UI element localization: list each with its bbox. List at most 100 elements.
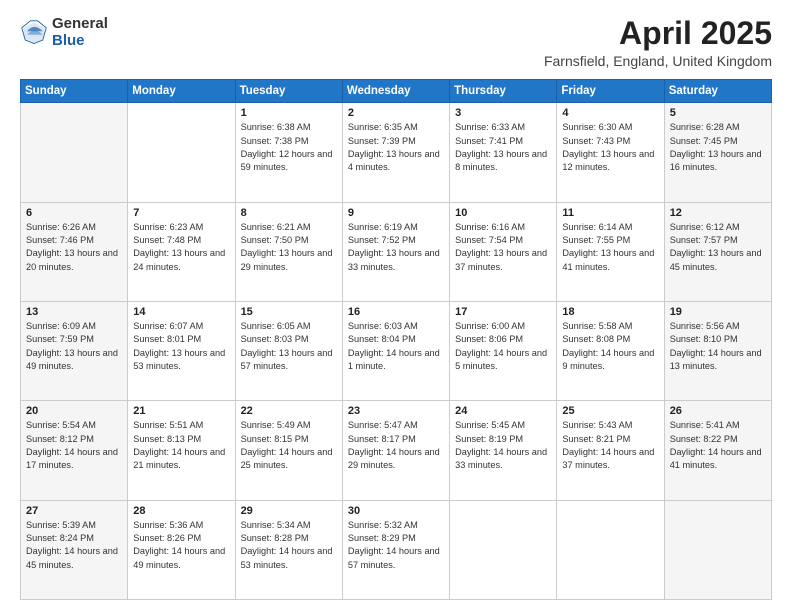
logo-general: General (52, 16, 108, 33)
day-cell (450, 500, 557, 599)
day-info: Sunrise: 5:58 AMSunset: 8:08 PMDaylight:… (562, 321, 654, 371)
day-cell: 25 Sunrise: 5:43 AMSunset: 8:21 PMDayligh… (557, 401, 664, 500)
col-wednesday: Wednesday (342, 80, 449, 103)
day-info: Sunrise: 6:12 AMSunset: 7:57 PMDaylight:… (670, 222, 762, 272)
day-info: Sunrise: 5:43 AMSunset: 8:21 PMDaylight:… (562, 420, 654, 470)
day-cell: 3 Sunrise: 6:33 AMSunset: 7:41 PMDaylight… (450, 103, 557, 202)
day-cell: 12Sunrise: 6:12 AMSunset: 7:57 PMDayligh… (664, 202, 771, 301)
day-cell: 23 Sunrise: 5:47 AMSunset: 8:17 PMDayligh… (342, 401, 449, 500)
day-cell: 6 Sunrise: 6:26 AMSunset: 7:46 PMDaylight… (21, 202, 128, 301)
day-info: Sunrise: 6:07 AMSunset: 8:01 PMDaylight:… (133, 321, 225, 371)
day-cell: 30 Sunrise: 5:32 AMSunset: 8:29 PMDayligh… (342, 500, 449, 599)
col-monday: Monday (128, 80, 235, 103)
day-number: 16 (348, 306, 444, 318)
day-info: Sunrise: 5:41 AMSunset: 8:22 PMDaylight:… (670, 420, 762, 470)
day-info: Sunrise: 6:21 AMSunset: 7:50 PMDaylight:… (241, 222, 333, 272)
day-number: 26 (670, 405, 766, 417)
day-cell: 24Sunrise: 5:45 AMSunset: 8:19 PMDayligh… (450, 401, 557, 500)
main-title: April 2025 (544, 16, 772, 51)
col-saturday: Saturday (664, 80, 771, 103)
day-cell: 14Sunrise: 6:07 AMSunset: 8:01 PMDayligh… (128, 301, 235, 400)
logo-blue: Blue (52, 33, 108, 50)
day-number: 20 (26, 405, 122, 417)
day-number: 25 (562, 405, 658, 417)
day-info: Sunrise: 6:19 AMSunset: 7:52 PMDaylight:… (348, 222, 440, 272)
day-number: 28 (133, 505, 229, 517)
day-number: 17 (455, 306, 551, 318)
day-number: 18 (562, 306, 658, 318)
day-info: Sunrise: 6:33 AMSunset: 7:41 PMDaylight:… (455, 122, 547, 172)
title-block: April 2025 Farnsfield, England, United K… (544, 16, 772, 69)
calendar-header: Sunday Monday Tuesday Wednesday Thursday… (21, 80, 772, 103)
day-number: 19 (670, 306, 766, 318)
day-number: 5 (670, 107, 766, 119)
col-thursday: Thursday (450, 80, 557, 103)
col-tuesday: Tuesday (235, 80, 342, 103)
day-cell: 28 Sunrise: 5:36 AMSunset: 8:26 PMDayligh… (128, 500, 235, 599)
col-sunday: Sunday (21, 80, 128, 103)
day-cell (557, 500, 664, 599)
day-info: Sunrise: 6:23 AMSunset: 7:48 PMDaylight:… (133, 222, 225, 272)
day-info: Sunrise: 5:56 AMSunset: 8:10 PMDaylight:… (670, 321, 762, 371)
col-friday: Friday (557, 80, 664, 103)
day-info: Sunrise: 6:14 AMSunset: 7:55 PMDaylight:… (562, 222, 654, 272)
day-number: 29 (241, 505, 337, 517)
subtitle: Farnsfield, England, United Kingdom (544, 53, 772, 69)
page: General Blue April 2025 Farnsfield, Engl… (0, 0, 792, 612)
day-number: 21 (133, 405, 229, 417)
day-cell: 4 Sunrise: 6:30 AMSunset: 7:43 PMDaylight… (557, 103, 664, 202)
calendar-body: 1 Sunrise: 6:38 AMSunset: 7:38 PMDaylight… (21, 103, 772, 600)
day-info: Sunrise: 6:35 AMSunset: 7:39 PMDaylight:… (348, 122, 440, 172)
day-number: 3 (455, 107, 551, 119)
day-info: Sunrise: 6:26 AMSunset: 7:46 PMDaylight:… (26, 222, 118, 272)
day-number: 15 (241, 306, 337, 318)
day-number: 11 (562, 207, 658, 219)
day-number: 1 (241, 107, 337, 119)
day-cell: 11 Sunrise: 6:14 AMSunset: 7:55 PMDayligh… (557, 202, 664, 301)
day-cell (664, 500, 771, 599)
day-info: Sunrise: 6:03 AMSunset: 8:04 PMDaylight:… (348, 321, 440, 371)
day-cell: 1 Sunrise: 6:38 AMSunset: 7:38 PMDaylight… (235, 103, 342, 202)
day-number: 4 (562, 107, 658, 119)
day-info: Sunrise: 6:28 AMSunset: 7:45 PMDaylight:… (670, 122, 762, 172)
calendar: Sunday Monday Tuesday Wednesday Thursday… (20, 79, 772, 600)
day-cell (21, 103, 128, 202)
day-info: Sunrise: 5:39 AMSunset: 8:24 PMDaylight:… (26, 520, 118, 570)
day-info: Sunrise: 5:34 AMSunset: 8:28 PMDaylight:… (241, 520, 333, 570)
day-number: 30 (348, 505, 444, 517)
logo-text: General Blue (52, 16, 108, 49)
day-info: Sunrise: 6:00 AMSunset: 8:06 PMDaylight:… (455, 321, 547, 371)
week-row-3: 20 Sunrise: 5:54 AMSunset: 8:12 PMDayligh… (21, 401, 772, 500)
day-cell (128, 103, 235, 202)
day-number: 13 (26, 306, 122, 318)
day-number: 22 (241, 405, 337, 417)
header: General Blue April 2025 Farnsfield, Engl… (20, 16, 772, 69)
day-number: 6 (26, 207, 122, 219)
day-info: Sunrise: 5:54 AMSunset: 8:12 PMDaylight:… (26, 420, 118, 470)
logo-icon (20, 19, 48, 47)
day-number: 9 (348, 207, 444, 219)
day-cell: 2 Sunrise: 6:35 AMSunset: 7:39 PMDaylight… (342, 103, 449, 202)
day-info: Sunrise: 5:51 AMSunset: 8:13 PMDaylight:… (133, 420, 225, 470)
day-number: 10 (455, 207, 551, 219)
day-info: Sunrise: 6:30 AMSunset: 7:43 PMDaylight:… (562, 122, 654, 172)
day-cell: 15Sunrise: 6:05 AMSunset: 8:03 PMDayligh… (235, 301, 342, 400)
day-number: 7 (133, 207, 229, 219)
week-row-0: 1 Sunrise: 6:38 AMSunset: 7:38 PMDaylight… (21, 103, 772, 202)
day-info: Sunrise: 5:36 AMSunset: 8:26 PMDaylight:… (133, 520, 225, 570)
day-number: 24 (455, 405, 551, 417)
day-cell: 20 Sunrise: 5:54 AMSunset: 8:12 PMDayligh… (21, 401, 128, 500)
day-cell: 29 Sunrise: 5:34 AMSunset: 8:28 PMDayligh… (235, 500, 342, 599)
day-number: 23 (348, 405, 444, 417)
day-info: Sunrise: 5:47 AMSunset: 8:17 PMDaylight:… (348, 420, 440, 470)
logo: General Blue (20, 16, 108, 49)
day-number: 27 (26, 505, 122, 517)
day-cell: 18 Sunrise: 5:58 AMSunset: 8:08 PMDayligh… (557, 301, 664, 400)
day-cell: 26 Sunrise: 5:41 AMSunset: 8:22 PMDayligh… (664, 401, 771, 500)
day-info: Sunrise: 6:38 AMSunset: 7:38 PMDaylight:… (241, 122, 333, 172)
days-row: Sunday Monday Tuesday Wednesday Thursday… (21, 80, 772, 103)
day-number: 2 (348, 107, 444, 119)
day-cell: 7 Sunrise: 6:23 AMSunset: 7:48 PMDaylight… (128, 202, 235, 301)
week-row-1: 6 Sunrise: 6:26 AMSunset: 7:46 PMDaylight… (21, 202, 772, 301)
day-info: Sunrise: 5:32 AMSunset: 8:29 PMDaylight:… (348, 520, 440, 570)
